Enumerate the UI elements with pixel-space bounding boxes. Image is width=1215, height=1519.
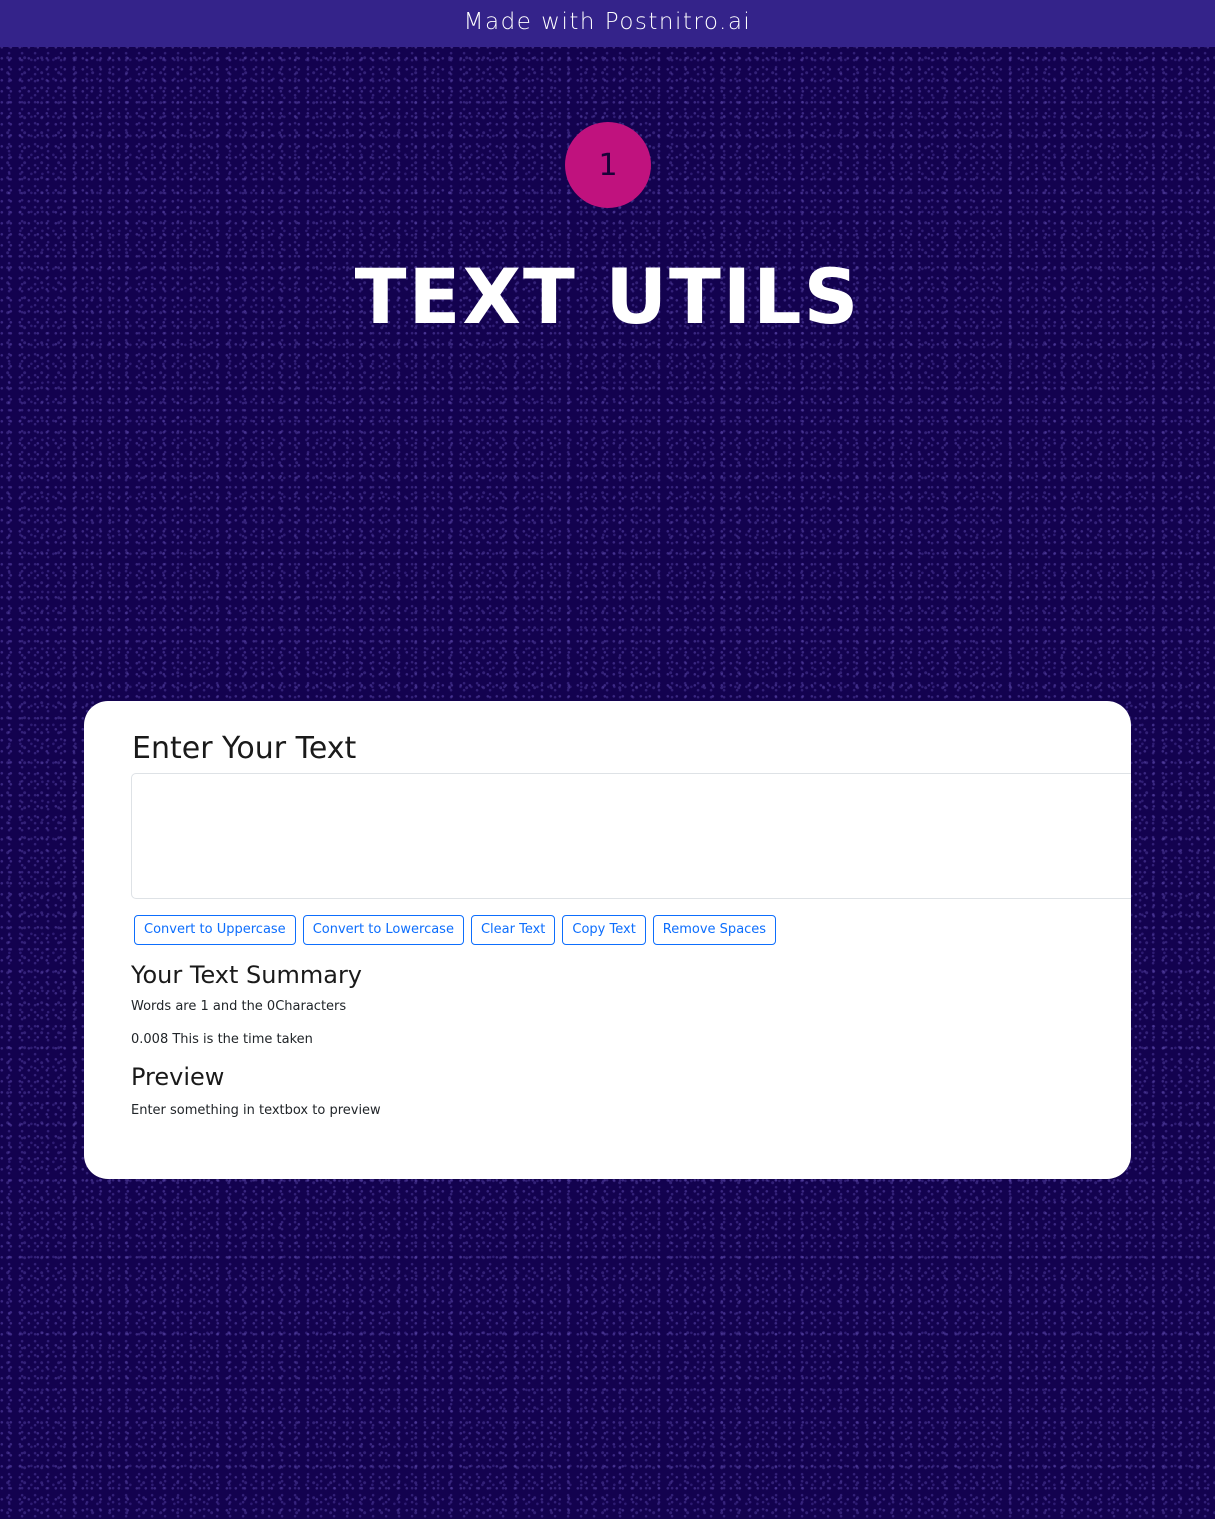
convert-lowercase-button[interactable]: Convert to Lowercase <box>302 915 464 945</box>
word-char-count: Words are 1 and the 0Characters <box>131 999 347 1014</box>
action-button-row: Convert to Uppercase Convert to Lowercas… <box>134 915 777 945</box>
enter-text-heading: Enter Your Text <box>132 731 357 766</box>
step-number-badge: 1 <box>565 122 651 208</box>
watermark-banner: Made with Postnitro.ai <box>0 0 1215 47</box>
app-screenshot-card: Enter Your Text Convert to Uppercase Con… <box>84 701 1131 1179</box>
preview-heading: Preview <box>131 1063 225 1091</box>
copy-text-button[interactable]: Copy Text <box>562 915 646 945</box>
preview-text: Enter something in textbox to preview <box>131 1103 381 1118</box>
remove-spaces-button[interactable]: Remove Spaces <box>652 915 777 945</box>
summary-heading: Your Text Summary <box>131 961 363 989</box>
read-time: 0.008 This is the time taken <box>131 1032 313 1047</box>
convert-uppercase-button[interactable]: Convert to Uppercase <box>134 915 296 945</box>
text-input-area[interactable] <box>131 773 1131 899</box>
slide-title: TEXT UTILS <box>354 252 861 341</box>
clear-text-button[interactable]: Clear Text <box>470 915 556 945</box>
